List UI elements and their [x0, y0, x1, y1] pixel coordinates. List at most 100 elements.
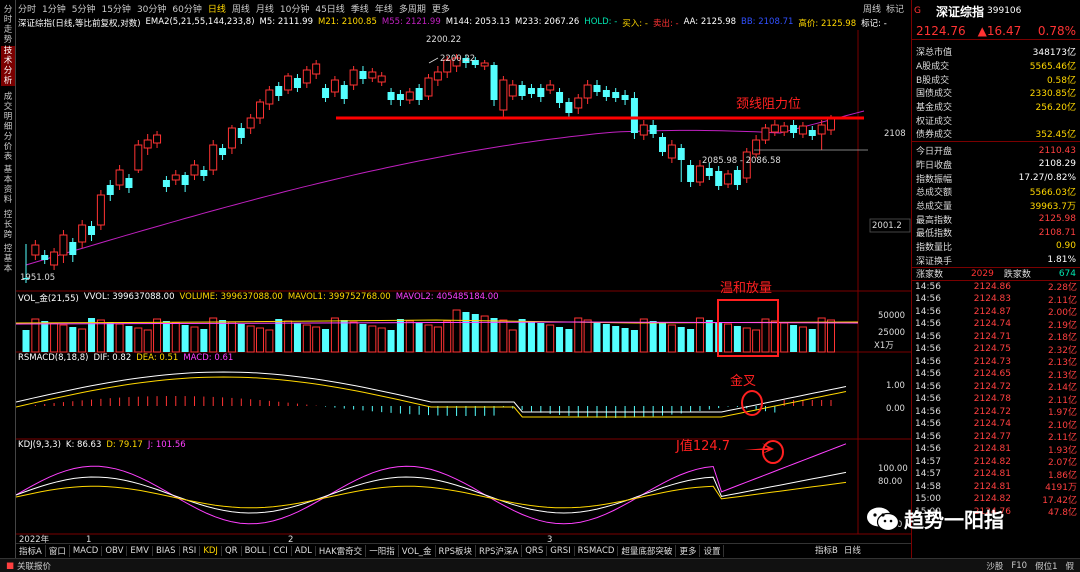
- indicator-tab-12[interactable]: HAK雷奇交: [316, 544, 367, 557]
- aa-value: AA: 2125.98: [683, 17, 737, 27]
- candle: [162, 176, 170, 192]
- period-10[interactable]: 45日线: [315, 2, 344, 15]
- candle-body: [405, 91, 414, 101]
- sidebar-tab-3[interactable]: 分价表: [1, 132, 15, 162]
- chart-canvas[interactable]: 颈线阻力位 2200.22 2200.22 1951.05 2085.98 - …: [16, 30, 911, 543]
- tick-q: 47.8亿: [1047, 508, 1077, 519]
- wechat-icon: [867, 507, 900, 531]
- period-1[interactable]: 1分钟: [42, 2, 66, 15]
- candle: [275, 82, 283, 101]
- indicator-tab-3[interactable]: OBV: [102, 545, 128, 556]
- tick-p: 2124.75: [973, 344, 1011, 355]
- daily-tab[interactable]: 日线: [841, 544, 864, 556]
- sidebar-tab-6[interactable]: 控基本: [1, 244, 15, 274]
- sidebar-tab-4[interactable]: 基本资料: [1, 165, 15, 205]
- candle: [387, 88, 395, 105]
- status-item-2[interactable]: F10: [1011, 561, 1027, 571]
- d-line: [16, 481, 847, 509]
- macd-axis-1: 1.00: [886, 381, 905, 391]
- sidebar-tab-5[interactable]: 控长跨: [1, 210, 15, 240]
- indicator-tab-11[interactable]: ADL: [292, 545, 316, 556]
- indicator-tab-6[interactable]: RSI: [180, 545, 201, 556]
- indicator-tab-4[interactable]: EMV: [127, 545, 153, 556]
- period-4[interactable]: 30分钟: [137, 2, 166, 15]
- tick-t: 14:56: [915, 306, 941, 317]
- tick-t: 14:56: [915, 319, 941, 330]
- indicator-tab-5[interactable]: BIAS: [153, 545, 180, 556]
- indicator-tab-18[interactable]: GRSI: [547, 545, 575, 556]
- status-item-4[interactable]: 假: [1065, 560, 1074, 572]
- candle: [752, 135, 761, 158]
- indicator-tab-17[interactable]: QRS: [522, 545, 548, 556]
- sidebar-tab-0[interactable]: 分时走势: [1, 5, 15, 45]
- period-8[interactable]: 月线: [256, 2, 274, 15]
- indicator-tab-22[interactable]: 设置: [700, 544, 725, 557]
- period-5[interactable]: 60分钟: [172, 2, 201, 15]
- volume-bar: [761, 318, 770, 353]
- status-left-label[interactable]: 关联报价: [17, 560, 51, 572]
- volume-bar: [200, 329, 208, 352]
- candle-body: [639, 124, 648, 136]
- candle-body: [527, 88, 535, 94]
- status-item-1[interactable]: 沙股: [986, 560, 1003, 572]
- high-value: 高价: 2125.98: [798, 19, 857, 29]
- period-3[interactable]: 15分钟: [101, 2, 130, 15]
- period-11[interactable]: 季线: [351, 2, 369, 15]
- indicator-tab-10[interactable]: CCI: [270, 545, 292, 556]
- indicator-tab-2[interactable]: MACD: [70, 545, 103, 556]
- main-chart-header: 深证综指(日线,等比前复权,对数) EMA2(5,21,55,144,233,8…: [18, 17, 892, 29]
- indicator-tab-8[interactable]: QR: [222, 545, 242, 556]
- indicator-tab-0[interactable]: 指标A: [16, 544, 46, 557]
- candle-body: [733, 170, 741, 185]
- indicator-tab-13[interactable]: 一阳指: [366, 544, 399, 557]
- period-6[interactable]: 日线: [208, 2, 226, 15]
- indicator-b-tab[interactable]: 指标B: [812, 544, 841, 556]
- tick-p: 2124.81: [973, 444, 1011, 455]
- candle: [106, 180, 114, 201]
- weekly-view-button[interactable]: 周线: [863, 2, 881, 15]
- candle-body: [377, 75, 386, 83]
- period-0[interactable]: 分时: [18, 2, 36, 15]
- indicator-tab-7[interactable]: KDJ: [200, 545, 222, 556]
- decline-label: 跌家数: [1003, 270, 1031, 281]
- period-13[interactable]: 多周期: [399, 2, 426, 15]
- hold-value: HOLD: -: [584, 17, 618, 27]
- indicator-tab-20[interactable]: 超量底部突破: [618, 544, 677, 557]
- period-12[interactable]: 年线: [375, 2, 393, 15]
- candle: [181, 172, 189, 192]
- kdj-axis-100: 100.00: [878, 464, 908, 474]
- candle-body: [143, 139, 152, 149]
- status-item-3[interactable]: 假位1: [1035, 560, 1057, 572]
- candle: [733, 166, 741, 190]
- candle-body: [630, 98, 638, 133]
- tick-p: 2124.77: [973, 431, 1011, 442]
- period-14[interactable]: 更多: [432, 2, 450, 15]
- sidebar-tab-1[interactable]: 技术分析: [1, 46, 15, 86]
- indicator-tab-16[interactable]: RPS沪深A: [476, 544, 523, 557]
- sidebar-tab-2[interactable]: 成交明细: [1, 92, 15, 132]
- candle: [433, 66, 442, 86]
- indicator-tab-19[interactable]: RSMACD: [575, 545, 619, 556]
- stat-row: 深证换手 1.81%: [912, 253, 1080, 267]
- period-2[interactable]: 5分钟: [72, 2, 96, 15]
- indicator-tab-9[interactable]: BOLL: [242, 545, 271, 556]
- tick-t: 14:57: [915, 456, 941, 467]
- candle: [424, 74, 433, 100]
- volume-bar: [246, 325, 255, 353]
- period-9[interactable]: 10分钟: [280, 2, 309, 15]
- stat-value: 1.81%: [1047, 255, 1076, 266]
- m5-value: M5: 2111.99: [259, 17, 313, 27]
- volume-bar: [490, 318, 498, 352]
- indicator-tab-14[interactable]: VOL_金: [399, 544, 436, 557]
- tick-row: 14:56 2124.75 2.32亿: [912, 343, 1080, 356]
- indicator-tab-1[interactable]: 窗口: [46, 544, 70, 557]
- tick-p: 2124.78: [973, 394, 1011, 405]
- mark-button[interactable]: 标记: [886, 2, 904, 15]
- indicator-tab-21[interactable]: 更多: [676, 544, 701, 557]
- stat-row: A股成交 5565.46亿: [912, 59, 1080, 73]
- period-7[interactable]: 周线: [232, 2, 250, 15]
- quote-header: G 深证综指 399106: [912, 0, 1080, 22]
- candle: [574, 94, 583, 114]
- indicator-tab-15[interactable]: RPS板块: [436, 544, 476, 557]
- status-bar: ■ 关联报价 沙股 F10 假位1 假: [0, 558, 1080, 572]
